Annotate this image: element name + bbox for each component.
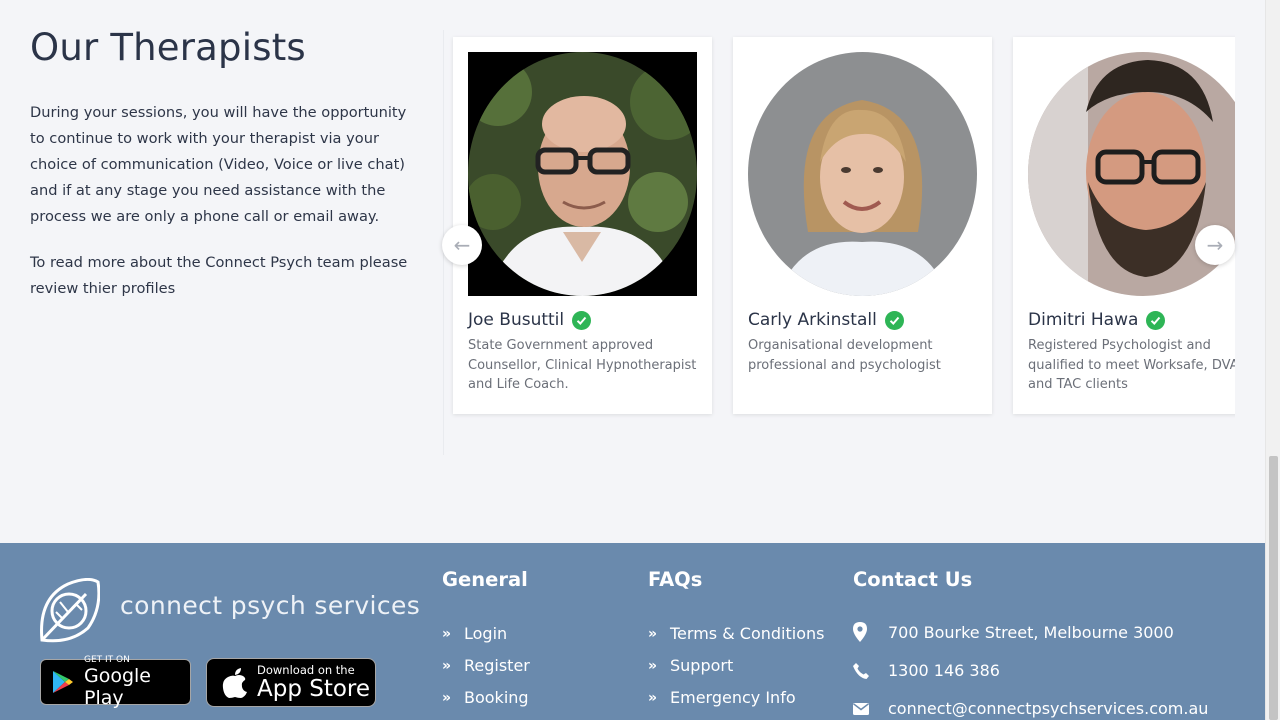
intro-text: During your sessions, you will have the … (30, 100, 425, 322)
double-chevron-icon: » (648, 657, 658, 674)
therapist-photo (468, 52, 697, 296)
check-circle-icon (572, 310, 592, 330)
therapist-description: State Government approved Counsellor, Cl… (468, 338, 697, 392)
therapist-card-dimitri-hawa[interactable]: Dimitri Hawa Registered Psychologist and… (1013, 37, 1235, 414)
apple-icon (221, 667, 249, 699)
phone-text: 1300 146 386 (888, 661, 1000, 680)
phone-icon (853, 662, 888, 679)
google-play-small-text: GET IT ON (84, 655, 130, 665)
double-chevron-icon: » (442, 625, 452, 642)
map-pin-icon (853, 622, 888, 642)
check-circle-icon (884, 310, 904, 330)
therapist-card-joe-busuttil[interactable]: Joe Busuttil State Government approved C… (453, 37, 712, 414)
therapist-name-row: Dimitri Hawa (1028, 310, 1166, 330)
therapist-name-row: Carly Arkinstall (748, 310, 904, 330)
check-circle-icon (1146, 310, 1166, 330)
arrow-left-icon[interactable]: ← (442, 225, 482, 265)
emergency-info-link[interactable]: » Emergency Info (648, 688, 796, 707)
faqs-heading: FAQs (648, 568, 703, 591)
contact-heading: Contact Us (853, 568, 973, 591)
app-store-big-text: App Store (257, 675, 371, 702)
link-label: Emergency Info (670, 688, 796, 707)
terms-link[interactable]: » Terms & Conditions (648, 624, 824, 643)
therapist-description: Organisational development professional … (748, 338, 941, 373)
therapist-carousel[interactable]: Joe Busuttil State Government approved C… (443, 30, 1235, 455)
page-scrollbar[interactable] (1265, 0, 1280, 720)
intro-paragraph-2: To read more about the Connect Psych tea… (30, 254, 408, 297)
scrollbar-thumb[interactable] (1269, 456, 1278, 720)
double-chevron-icon: » (442, 689, 452, 706)
app-store-small-text: Download on the (257, 662, 355, 677)
support-link[interactable]: » Support (648, 656, 733, 675)
google-play-badge[interactable]: GET IT ON Google Play (40, 655, 191, 709)
app-store-badge[interactable]: Download on the App Store (206, 658, 376, 707)
link-label: Terms & Conditions (670, 624, 825, 643)
site-footer: connect psych services GET IT ON Google … (0, 543, 1265, 720)
therapist-photo (748, 52, 977, 296)
envelope-icon (853, 702, 888, 715)
contact-address: 700 Bourke Street, Melbourne 3000 (853, 622, 1174, 642)
brand-name: connect psych services (120, 591, 421, 620)
therapist-name: Carly Arkinstall (748, 310, 877, 330)
section-title: Our Therapists (30, 26, 306, 69)
therapist-card-carly-arkinstall[interactable]: Carly Arkinstall Organisational developm… (733, 37, 992, 414)
email-text: connect@connectpsychservices.com.au (888, 699, 1209, 718)
google-play-big-text: Google Play (84, 665, 152, 709)
therapists-section: Our Therapists During your sessions, you… (0, 0, 1265, 543)
therapist-name: Joe Busuttil (468, 310, 565, 330)
login-link[interactable]: » Login (442, 624, 507, 643)
double-chevron-icon: » (648, 689, 658, 706)
address-text: 700 Bourke Street, Melbourne 3000 (888, 622, 1174, 642)
contact-email[interactable]: connect@connectpsychservices.com.au (853, 699, 1208, 718)
register-link[interactable]: » Register (442, 656, 530, 675)
booking-link[interactable]: » Booking (442, 688, 529, 707)
double-chevron-icon: » (442, 657, 452, 674)
link-label: Register (464, 656, 530, 675)
contact-phone[interactable]: 1300 146 386 (853, 661, 1000, 680)
general-heading: General (442, 568, 528, 591)
therapist-name: Dimitri Hawa (1028, 310, 1139, 330)
link-label: Login (464, 624, 508, 643)
double-chevron-icon: » (648, 625, 658, 642)
therapist-name-row: Joe Busuttil (468, 310, 592, 330)
intro-paragraph-1: During your sessions, you will have the … (30, 104, 407, 225)
arrow-right-icon[interactable]: → (1195, 225, 1235, 265)
link-label: Booking (464, 688, 529, 707)
link-label: Support (670, 656, 734, 675)
google-play-icon (52, 670, 74, 694)
leaf-logo-icon[interactable] (38, 577, 101, 644)
therapist-description: Registered Psychologist and qualified to… (1028, 338, 1235, 392)
